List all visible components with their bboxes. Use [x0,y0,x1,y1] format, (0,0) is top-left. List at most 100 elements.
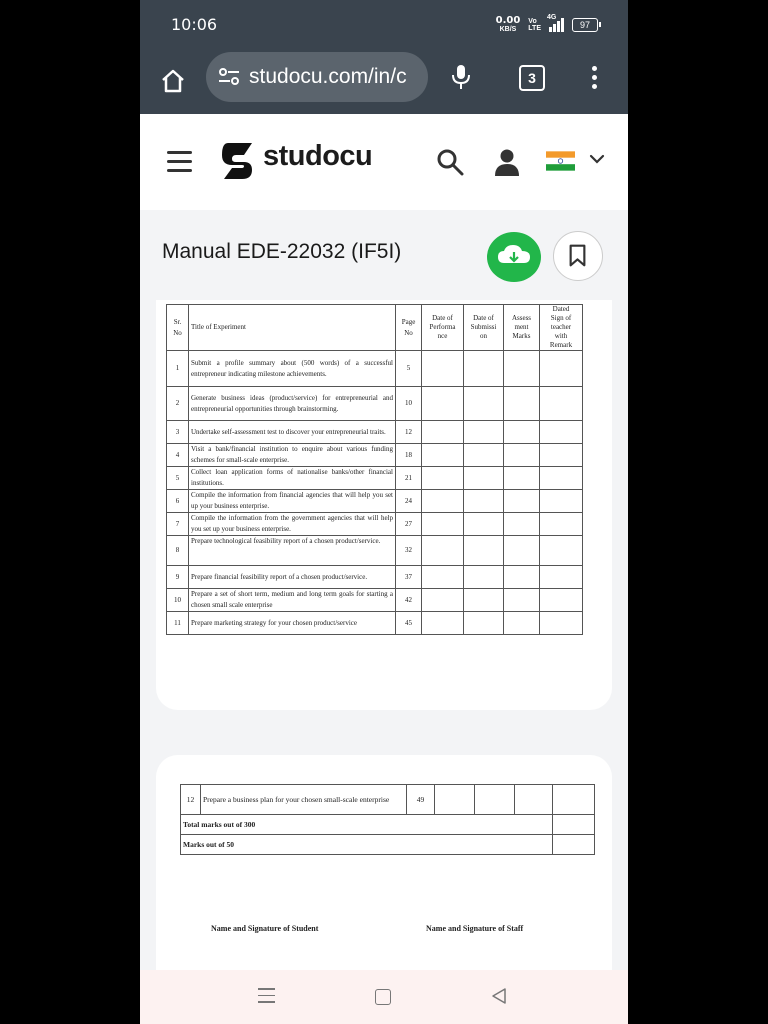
row-cell [539,588,583,612]
battery-level: 97 [579,20,590,30]
row-sr-no: 9 [166,565,189,589]
india-flag-icon[interactable] [546,151,575,171]
recent-apps-line-3 [258,1001,275,1003]
table-row: 11 Prepare marketing strategy for your c… [166,611,583,635]
header-date-performance: Date of Performa nce [421,304,464,351]
back-icon[interactable] [491,987,507,1005]
row-sr-no: 3 [166,420,189,444]
document-title: Manual EDE-22032 (IF5I) [162,240,402,263]
tab-switcher-button[interactable]: 3 [519,65,545,91]
row-cell [421,489,464,513]
total-marks-row: Total marks out of 300 [180,814,595,835]
address-bar[interactable]: studocu.com/in/c [206,52,428,102]
row-sr-no: 5 [166,466,189,490]
row-title: Generate business ideas (product/service… [188,386,396,421]
home-icon[interactable] [160,68,186,94]
row-cell [539,466,583,490]
row-title: Submit a profile summary about (500 word… [188,350,396,387]
row-cell [539,489,583,513]
download-button[interactable] [487,232,541,282]
more-options-dot-2 [592,75,597,80]
row-page: 32 [395,535,422,566]
user-account-icon[interactable] [494,148,520,176]
row-title: Compile the information from the governm… [188,512,396,536]
row-cell [503,489,540,513]
signal-bar-2 [553,24,556,32]
row-sr-no: 2 [166,386,189,421]
browser-toolbar: studocu.com/in/c 3 [140,52,628,114]
hamburger-line-1 [167,151,192,154]
row-cell [463,386,504,421]
header-sr-no: Sr. No [166,304,189,351]
network-type: 4G [547,14,557,21]
row-title: Compile the information from financial a… [188,489,396,513]
row-cell [514,784,553,815]
row-cell [421,443,464,467]
table-row: 7 Compile the information from the gover… [166,512,583,536]
student-signature-label: Name and Signature of Student [211,924,319,933]
row-page: 10 [395,386,422,421]
row-title: Prepare a business plan for your chosen … [200,784,407,815]
row-cell [421,350,464,387]
microphone-icon[interactable] [450,64,472,90]
more-options-dot-3 [592,84,597,89]
marks-50-row: Marks out of 50 [180,834,595,855]
row-page: 12 [395,420,422,444]
site-settings-icon[interactable] [218,67,240,87]
phone-screen: 10:06 0.00 KB/S Vo LTE 4G 97 studocu.com… [140,0,628,1024]
bookmark-button[interactable] [553,231,603,281]
experiment-table-continued: 12 Prepare a business plan for your chos… [180,784,595,855]
marks-50-cell [552,834,595,855]
row-page: 21 [395,466,422,490]
table-row: 3 Undertake self-assessment test to disc… [166,420,583,444]
staff-signature-label: Name and Signature of Staff [426,924,524,933]
row-title: Collect loan application forms of nation… [188,466,396,490]
table-row: 8 Prepare technological feasibility repo… [166,535,583,566]
search-icon[interactable] [436,148,464,176]
row-cell [463,535,504,566]
row-page: 42 [395,588,422,612]
row-cell [421,588,464,612]
row-cell [503,611,540,635]
row-sr-no: 11 [166,611,189,635]
hamburger-line-2 [167,160,192,163]
row-sr-no: 6 [166,489,189,513]
header-page-no: Page No [395,304,422,351]
row-page: 37 [395,565,422,589]
recent-apps-icon[interactable] [258,988,275,1008]
status-time: 10:06 [171,15,218,34]
row-cell [539,512,583,536]
hamburger-menu-icon[interactable] [167,151,192,178]
table-row: 5 Collect loan application forms of nati… [166,466,583,490]
row-cell [463,565,504,589]
net-speed: 0.00 KB/S [496,16,521,34]
brand-name[interactable]: studocu [263,140,373,173]
net-speed-unit: KB/S [499,26,517,33]
row-cell [503,443,540,467]
row-cell [503,588,540,612]
header-date-submission: Date of Submissi on [463,304,504,351]
home-nav-icon[interactable] [375,989,391,1005]
row-page: 27 [395,512,422,536]
signal-bar-1 [549,27,552,32]
row-cell [503,565,540,589]
table-row: 12 Prepare a business plan for your chos… [180,784,595,815]
studocu-logo-icon[interactable] [218,141,258,181]
url-text[interactable]: studocu.com/in/c [249,65,425,89]
row-title: Undertake self-assessment test to discov… [188,420,396,444]
row-cell [463,512,504,536]
row-cell [421,512,464,536]
status-bar: 10:06 0.00 KB/S Vo LTE 4G 97 [140,0,628,52]
chevron-down-icon[interactable] [589,153,605,165]
net-speed-value: 0.00 [495,15,521,26]
row-cell [539,386,583,421]
table-row: 4 Visit a bank/financial institution to … [166,443,583,467]
table-row: 6 Compile the information from financial… [166,489,583,513]
signal-bar-3 [557,21,560,32]
header-dated-sign: Dated Sign of teacher with Remark [539,304,583,351]
row-cell [463,443,504,467]
more-options-icon[interactable] [592,66,598,93]
signal-bar-4 [561,18,564,32]
volte-bottom: LTE [528,25,541,32]
row-cell [539,350,583,387]
